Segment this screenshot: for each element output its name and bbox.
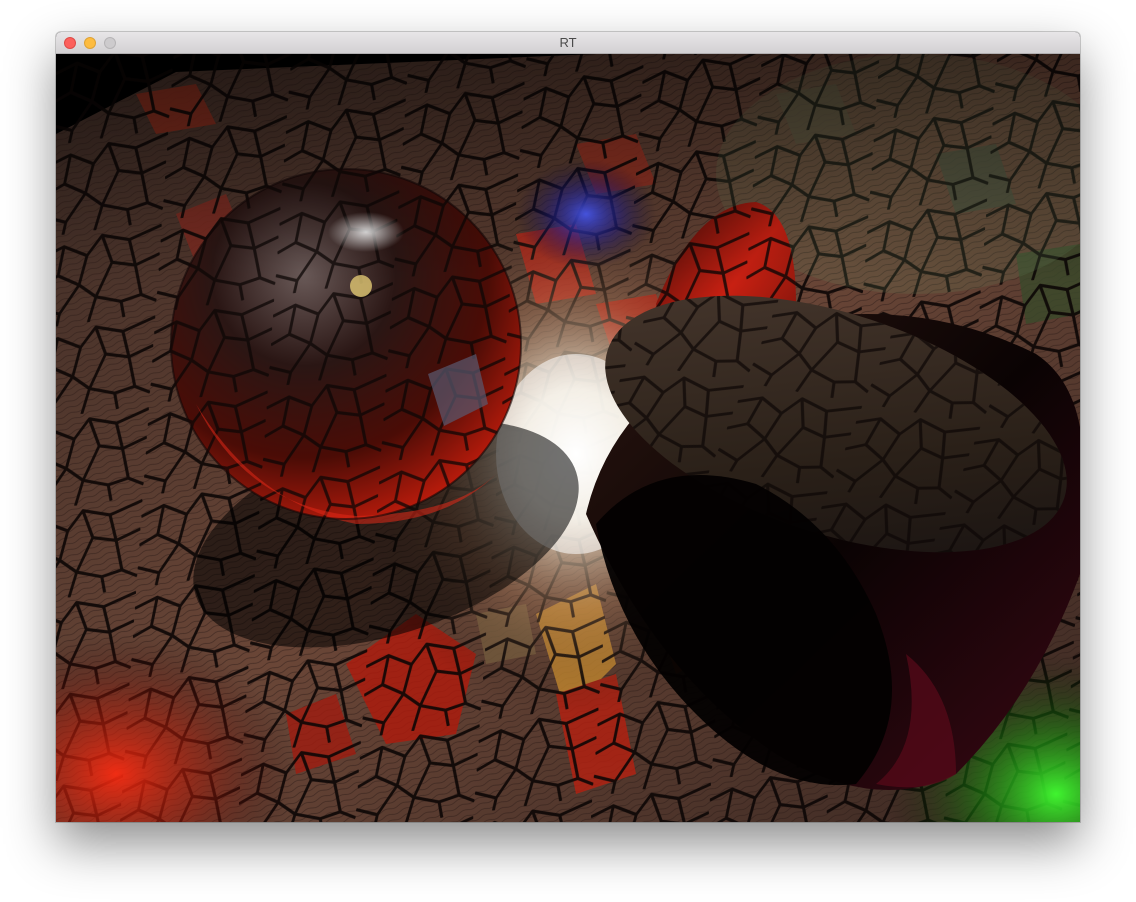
app-window: RT	[56, 32, 1080, 822]
window-title: RT	[559, 35, 577, 50]
title-bar[interactable]: RT	[56, 32, 1080, 54]
render-viewport	[56, 54, 1080, 822]
vignette	[56, 54, 1080, 822]
rendered-scene	[56, 54, 1080, 822]
